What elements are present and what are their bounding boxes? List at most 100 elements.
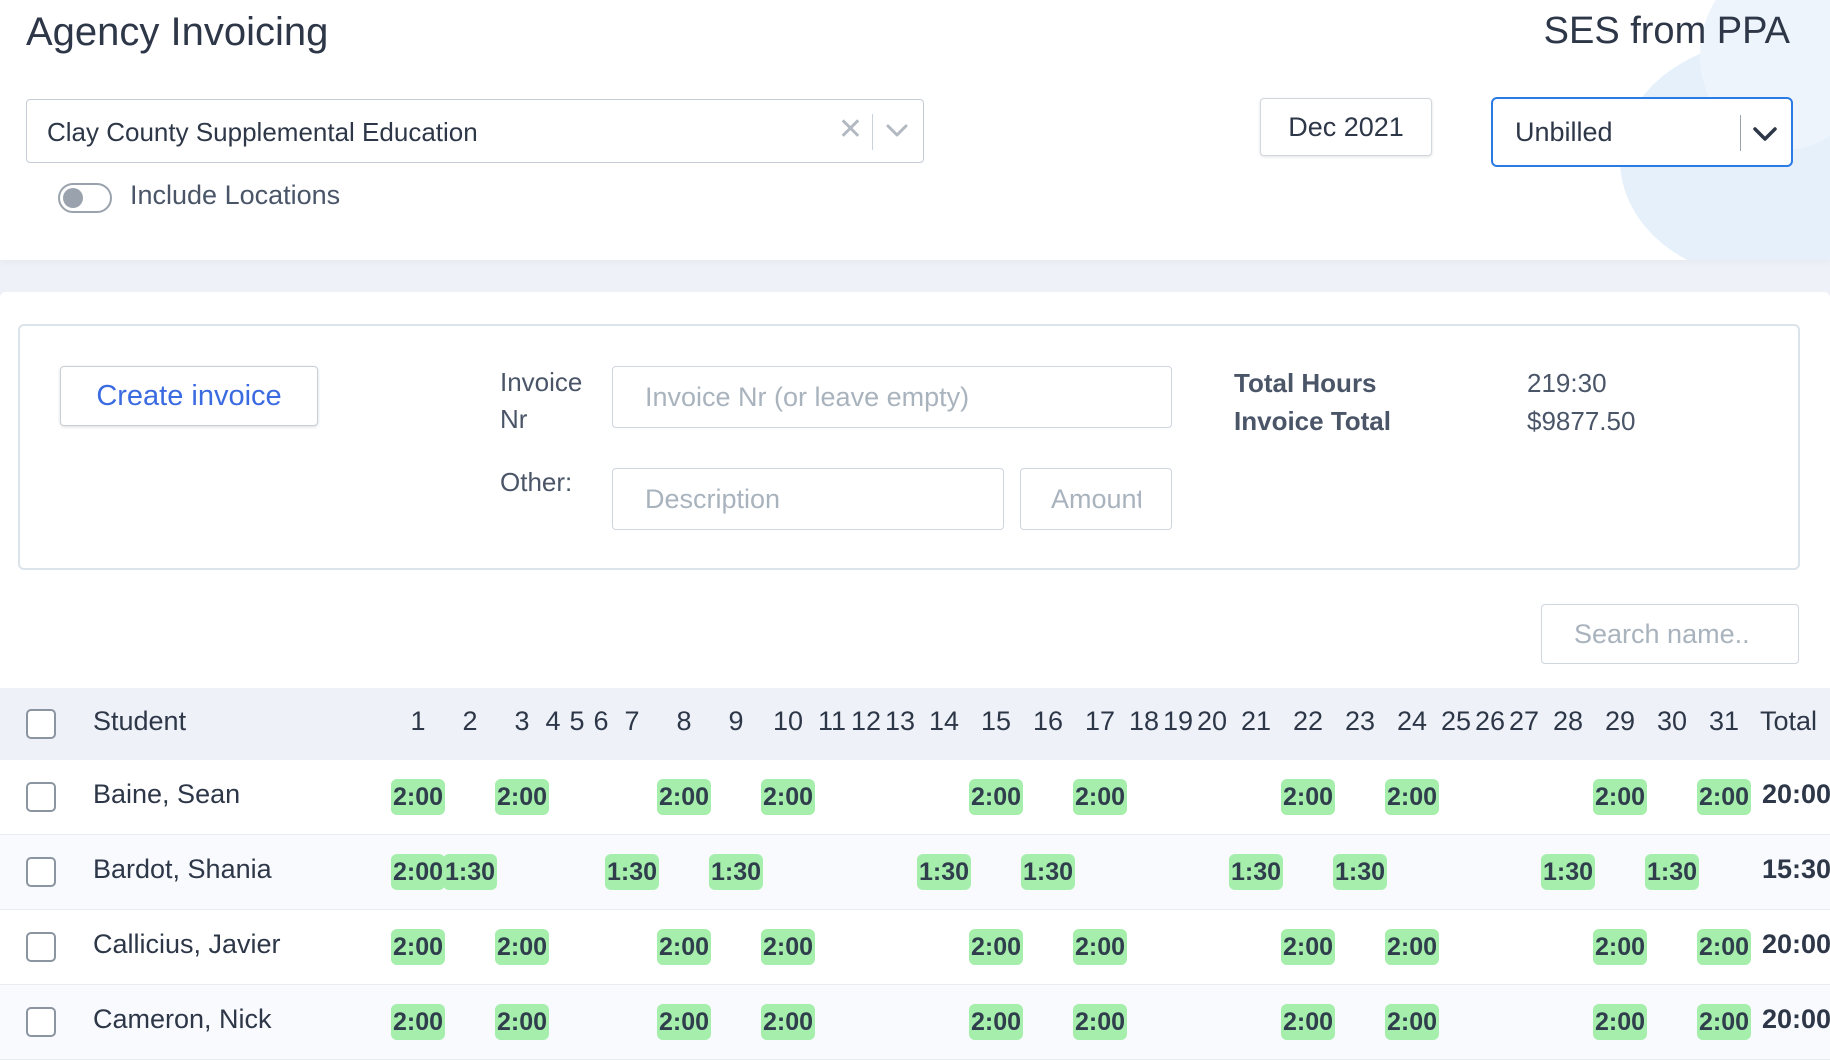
session-hours-badge[interactable]: 2:00 — [1696, 779, 1752, 815]
session-hours-badge[interactable]: 2:00 — [656, 1004, 712, 1040]
session-hours-badge[interactable]: 2:00 — [656, 929, 712, 965]
page-header: Agency Invoicing SES from PPA Clay Count… — [0, 0, 1830, 260]
day-column-header: 28 — [1552, 706, 1584, 736]
session-hours-badge[interactable]: 2:00 — [968, 929, 1024, 965]
select-separator — [872, 114, 873, 150]
session-hours-badge[interactable]: 1:30 — [1644, 854, 1700, 890]
session-hours-badge[interactable]: 2:00 — [1592, 929, 1648, 965]
day-column-header: 19 — [1162, 706, 1194, 736]
student-hours-table: Student Total 1 2 3 4 5 6 7 8 9 10 11 12 13 14 15 16 17 1… — [0, 688, 1830, 1060]
session-hours-badge[interactable]: 2:00 — [1072, 779, 1128, 815]
day-column-header: 30 — [1656, 706, 1688, 736]
table-row[interactable]: Callicius, Javier 2:00 2:00 2:00 2:00 2:00 2:0… — [0, 910, 1830, 985]
day-column-header: 6 — [593, 706, 609, 736]
session-hours-badge[interactable]: 1:30 — [442, 854, 498, 890]
session-hours-badge[interactable]: 1:30 — [708, 854, 764, 890]
agency-select[interactable]: Clay County Supplemental Education ✕ — [26, 99, 924, 163]
session-hours-badge[interactable]: 2:00 — [390, 854, 446, 890]
day-column-header: 7 — [624, 706, 640, 736]
session-hours-badge[interactable]: 1:30 — [1540, 854, 1596, 890]
description-input[interactable] — [612, 468, 1004, 530]
session-hours-badge[interactable]: 1:30 — [1332, 854, 1388, 890]
session-hours-badge[interactable]: 2:00 — [1072, 1004, 1128, 1040]
table-row[interactable]: Cameron, Nick 2:00 2:00 2:00 2:00 2:00 2:00 2:0… — [0, 985, 1830, 1060]
day-column-header: 9 — [728, 706, 744, 736]
session-hours-badge[interactable]: 2:00 — [1592, 779, 1648, 815]
student-name: Cameron, Nick — [93, 1004, 272, 1034]
student-name: Callicius, Javier — [93, 929, 281, 959]
session-hours-badge[interactable]: 2:00 — [494, 929, 550, 965]
invoice-nr-input[interactable] — [612, 366, 1172, 428]
day-column-header: 12 — [850, 706, 882, 736]
agency-select-value: Clay County Supplemental Education — [47, 117, 478, 147]
session-hours-badge[interactable]: 2:00 — [1592, 1004, 1648, 1040]
session-hours-badge[interactable]: 2:00 — [390, 779, 446, 815]
invoice-total-label: Invoice Total — [1234, 406, 1391, 436]
include-locations-toggle[interactable] — [58, 183, 112, 213]
session-hours-badge[interactable]: 2:00 — [1072, 929, 1128, 965]
session-hours-badge[interactable]: 2:00 — [968, 1004, 1024, 1040]
row-checkbox[interactable] — [26, 782, 56, 812]
row-checkbox[interactable] — [26, 857, 56, 887]
session-hours-badge[interactable]: 2:00 — [760, 1004, 816, 1040]
session-hours-badge[interactable]: 2:00 — [1384, 779, 1440, 815]
table-row[interactable]: Baine, Sean 2:00 2:00 2:00 2:00 2:00 2:00 2:00 2… — [0, 760, 1830, 835]
session-hours-badge[interactable]: 1:30 — [1020, 854, 1076, 890]
day-column-header: 1 — [410, 706, 426, 736]
day-column-header: 23 — [1344, 706, 1376, 736]
day-column-header: 16 — [1032, 706, 1064, 736]
day-column-header: 2 — [462, 706, 478, 736]
day-column-header: 31 — [1708, 706, 1740, 736]
session-hours-badge[interactable]: 2:00 — [968, 779, 1024, 815]
session-hours-badge[interactable]: 2:00 — [1384, 929, 1440, 965]
row-total-hours: 20:00 — [1762, 929, 1830, 959]
session-hours-badge[interactable]: 2:00 — [1280, 1004, 1336, 1040]
session-hours-badge[interactable]: 1:30 — [604, 854, 660, 890]
day-column-header: 11 — [817, 706, 847, 736]
month-picker-button[interactable]: Dec 2021 — [1260, 98, 1432, 156]
session-hours-badge[interactable]: 2:00 — [1280, 779, 1336, 815]
session-hours-badge[interactable]: 2:00 — [760, 779, 816, 815]
session-hours-badge[interactable]: 2:00 — [1384, 1004, 1440, 1040]
session-hours-badge[interactable]: 2:00 — [494, 1004, 550, 1040]
session-hours-badge[interactable]: 2:00 — [1696, 1004, 1752, 1040]
session-hours-badge[interactable]: 2:00 — [1280, 929, 1336, 965]
total-hours-value: 219:30 — [1527, 368, 1607, 398]
student-name: Baine, Sean — [93, 779, 241, 809]
row-checkbox[interactable] — [26, 932, 56, 962]
chevron-down-icon[interactable] — [883, 112, 911, 148]
invoice-nr-label-line: Nr — [500, 404, 528, 434]
total-column-header: Total — [1760, 706, 1818, 736]
create-invoice-button[interactable]: Create invoice — [60, 366, 318, 426]
select-all-checkbox[interactable] — [26, 709, 56, 739]
invoice-nr-label-line: Invoice — [500, 367, 583, 397]
amount-input[interactable] — [1020, 468, 1172, 530]
session-hours-badge[interactable]: 1:30 — [1228, 854, 1284, 890]
billing-status-select[interactable]: Unbilled — [1491, 97, 1793, 167]
toggle-knob — [63, 188, 83, 208]
session-hours-badge[interactable]: 2:00 — [390, 1004, 446, 1040]
session-hours-badge[interactable]: 2:00 — [494, 779, 550, 815]
session-hours-badge[interactable]: 1:30 — [916, 854, 972, 890]
row-total-hours: 20:00 — [1762, 1004, 1830, 1034]
day-column-header: 10 — [772, 706, 804, 736]
day-column-header: 26 — [1474, 706, 1506, 736]
session-hours-badge[interactable]: 2:00 — [1696, 929, 1752, 965]
table-header-row: Student Total 1 2 3 4 5 6 7 8 9 10 11 12 13 14 15 16 17 1… — [0, 688, 1830, 760]
chevron-down-icon[interactable] — [1751, 115, 1779, 151]
session-hours-badge[interactable]: 2:00 — [760, 929, 816, 965]
session-hours-badge[interactable]: 2:00 — [390, 929, 446, 965]
day-column-header: 18 — [1128, 706, 1160, 736]
invoice-nr-label: Invoice Nr — [500, 364, 582, 438]
day-column-header: 5 — [569, 706, 585, 736]
clear-icon[interactable]: ✕ — [838, 112, 863, 147]
row-checkbox[interactable] — [26, 1007, 56, 1037]
billing-status-value: Unbilled — [1515, 117, 1613, 147]
day-column-header: 27 — [1508, 706, 1540, 736]
day-column-header: 21 — [1240, 706, 1272, 736]
session-hours-badge[interactable]: 2:00 — [656, 779, 712, 815]
table-row[interactable]: Bardot, Shania 2:00 1:30 1:30 1:30 1:30 1:30 1:… — [0, 835, 1830, 910]
search-name-input[interactable] — [1541, 604, 1799, 664]
organization-name: SES from PPA — [1543, 10, 1790, 52]
day-column-header: 22 — [1292, 706, 1324, 736]
